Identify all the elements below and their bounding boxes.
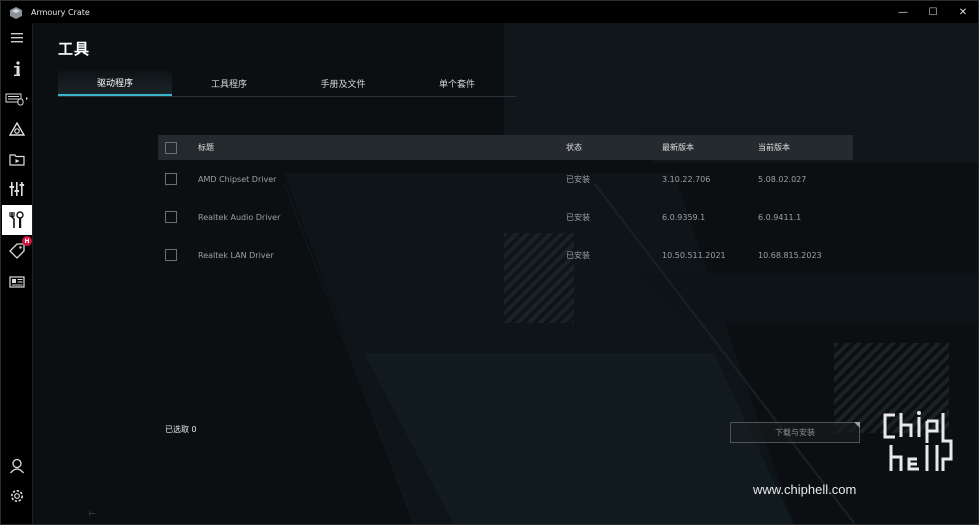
close-button[interactable]: ✕ xyxy=(948,1,978,23)
tab-utilities[interactable]: 工具程序 xyxy=(172,70,286,96)
minimize-button[interactable]: — xyxy=(888,1,918,23)
driver-title: Realtek Audio Driver xyxy=(198,212,281,222)
background-art xyxy=(34,23,978,524)
equalizer-icon[interactable] xyxy=(1,174,33,204)
table-row: Realtek Audio Driver 已安装 6.0.9359.1 6.0.… xyxy=(158,198,853,236)
menu-icon[interactable] xyxy=(1,23,33,53)
tools-icon[interactable] xyxy=(2,205,32,235)
tab-bar: 驱动程序 工具程序 手册及文件 单个套件 xyxy=(58,70,516,97)
header-title: 标题 xyxy=(198,143,214,152)
keyboard-device-icon[interactable] xyxy=(1,84,33,114)
table-row: AMD Chipset Driver 已安装 3.10.22.706 5.08.… xyxy=(158,160,853,198)
driver-latest-version: 10.50.511.2021 xyxy=(662,250,726,260)
driver-current-version: 10.68.815.2023 xyxy=(758,250,822,260)
button-corner-decoration xyxy=(854,422,860,428)
header-status: 状态 xyxy=(566,143,582,152)
driver-status: 已安装 xyxy=(566,250,590,260)
driver-current-version: 5.08.02.027 xyxy=(758,174,807,184)
tab-single-package[interactable]: 单个套件 xyxy=(400,70,514,96)
header-current-version: 当前版本 xyxy=(758,143,790,152)
title-bar: Armoury Crate — ☐ ✕ xyxy=(1,1,978,23)
news-icon[interactable] xyxy=(1,267,33,297)
sidebar: H xyxy=(1,23,33,524)
tab-drivers[interactable]: 驱动程序 xyxy=(58,70,172,96)
row-checkbox[interactable] xyxy=(165,173,177,185)
info-icon[interactable] xyxy=(1,54,33,84)
selected-count: 已选取 0 xyxy=(165,425,197,434)
download-install-button[interactable]: 下载与安装 xyxy=(730,422,860,443)
driver-latest-version: 6.0.9359.1 xyxy=(662,212,706,222)
corner-mark-icon: ⊢ xyxy=(89,509,96,518)
driver-title: Realtek LAN Driver xyxy=(198,250,274,260)
select-all-checkbox[interactable] xyxy=(165,141,177,154)
row-checkbox[interactable] xyxy=(165,249,177,261)
table-row: Realtek LAN Driver 已安装 10.50.511.2021 10… xyxy=(158,236,853,274)
settings-icon[interactable] xyxy=(1,481,33,511)
driver-current-version: 6.0.9411.1 xyxy=(758,212,802,222)
download-install-label: 下载与安装 xyxy=(775,428,815,437)
app-logo-icon xyxy=(9,5,23,19)
app-title: Armoury Crate xyxy=(31,7,90,17)
account-icon[interactable] xyxy=(1,451,33,481)
driver-title: AMD Chipset Driver xyxy=(198,174,277,184)
main-content: 工具 驱动程序 工具程序 手册及文件 单个套件 标题 状态 最新版本 当前版本 … xyxy=(34,23,978,524)
notification-badge: H xyxy=(22,236,32,246)
driver-status: 已安装 xyxy=(566,212,590,222)
header-latest-version: 最新版本 xyxy=(662,143,694,152)
aura-sync-icon[interactable] xyxy=(1,114,33,144)
watermark-url: www.chiphell.com xyxy=(753,482,857,497)
row-checkbox[interactable] xyxy=(165,211,177,223)
maximize-button[interactable]: ☐ xyxy=(918,1,948,23)
chiphell-logo xyxy=(883,411,953,471)
driver-status: 已安装 xyxy=(566,174,590,184)
tab-manuals[interactable]: 手册及文件 xyxy=(286,70,400,96)
page-title: 工具 xyxy=(58,40,91,58)
app-window: Armoury Crate — ☐ ✕ H 工具 驱动程序 工具程序 手册及文件… xyxy=(0,0,979,525)
media-folder-icon[interactable] xyxy=(1,144,33,174)
driver-latest-version: 3.10.22.706 xyxy=(662,174,711,184)
deals-tag-icon[interactable]: H xyxy=(1,236,33,266)
drivers-table: 标题 状态 最新版本 当前版本 AMD Chipset Driver 已安装 3… xyxy=(158,135,853,274)
table-header: 标题 状态 最新版本 当前版本 xyxy=(158,135,853,160)
